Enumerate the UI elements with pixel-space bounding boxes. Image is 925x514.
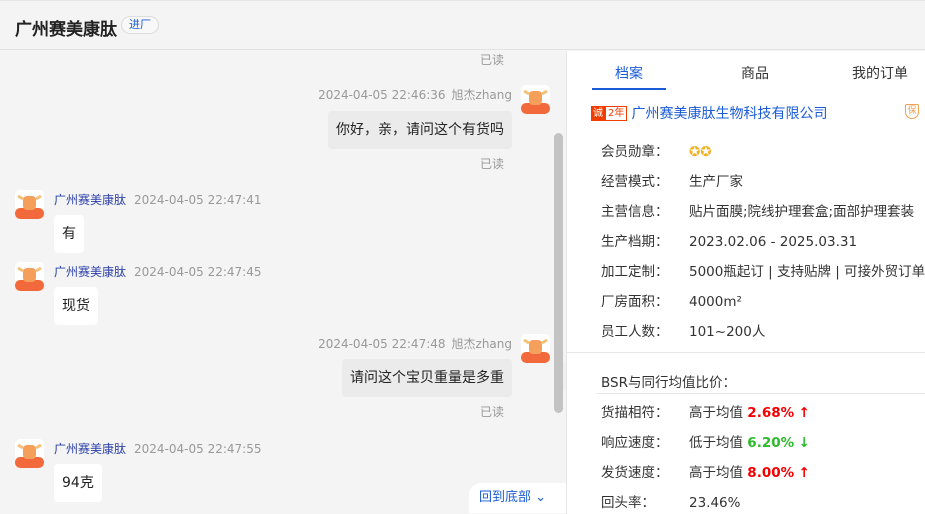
bull-avatar-icon	[15, 266, 44, 291]
row-label: 厂房面积：	[601, 294, 669, 310]
info-row: 员工人数： 101~200人	[601, 320, 765, 340]
row-value: 贴片面膜;院线护理套盒;面部护理套装	[689, 204, 915, 220]
factory-badge[interactable]: 进厂	[121, 16, 159, 34]
avatar[interactable]	[521, 334, 550, 363]
medal-row: 会员勋章： ✪✪	[601, 140, 712, 160]
sender-name: 广州赛美康肽	[54, 265, 127, 279]
divider	[597, 393, 925, 394]
row-value: 101~200人	[689, 324, 766, 340]
repeat-rate-row: 回头率： 23.46%	[601, 491, 740, 511]
message-bubble: 请问这个宝贝重量是多重	[342, 359, 512, 397]
shop-title: 广州赛美康肽	[15, 20, 117, 40]
message-bubble: 94克	[54, 464, 102, 502]
tab-profile[interactable]: 档案	[615, 63, 643, 83]
tab-my-orders[interactable]: 我的订单	[852, 63, 908, 83]
message-meta: 2024-04-05 22:47:48 旭杰zhang	[318, 335, 512, 352]
bull-avatar-icon	[15, 443, 44, 468]
chat-messages[interactable]: 已读 2024-04-05 22:46:36 旭杰zhang 你好，亲，请问这个有…	[0, 51, 566, 514]
row-desc: 高于均值	[689, 465, 743, 481]
arrow-down-icon: ↓	[798, 435, 810, 451]
info-row: 主营信息： 贴片面膜;院线护理套盒;面部护理套装	[601, 200, 914, 220]
row-label: 生产档期：	[601, 234, 669, 250]
years-badge: 2年	[605, 105, 628, 121]
row-label: 发货速度：	[601, 465, 669, 481]
info-row: 生产档期： 2023.02.06 - 2025.03.31	[601, 230, 857, 250]
row-label: 会员勋章：	[601, 144, 669, 160]
company-row: 诚 2年 广州赛美康肽生物科技有限公司	[591, 103, 828, 123]
bsr-title: BSR与同行均值比价：	[601, 375, 736, 391]
row-value: 23.46%	[689, 495, 741, 511]
divider	[567, 352, 925, 353]
message-time: 2024-04-05 22:47:55	[134, 442, 262, 456]
arrow-up-icon: ↑	[798, 405, 810, 421]
message-meta: 广州赛美康肽 2024-04-05 22:47:55	[54, 440, 261, 457]
read-status: 已读	[480, 157, 505, 171]
row-desc: 低于均值	[689, 435, 743, 451]
read-status: 已读	[480, 53, 505, 67]
info-row: 厂房面积： 4000m²	[601, 290, 742, 310]
sender-name: 广州赛美康肽	[54, 193, 127, 207]
company-name-link[interactable]: 广州赛美康肽生物科技有限公司	[632, 106, 828, 122]
sender-name: 广州赛美康肽	[54, 442, 127, 456]
message-time: 2024-04-05 22:46:36	[318, 88, 446, 102]
row-label: 主营信息：	[601, 204, 669, 220]
row-label: 员工人数：	[601, 324, 669, 340]
row-desc: 高于均值	[689, 405, 743, 421]
chat-header: 广州赛美康肽 进厂	[0, 0, 925, 50]
row-percent: 8.00%	[747, 465, 795, 481]
medal-icon: ✪✪	[689, 144, 712, 160]
row-label: 货描相符：	[601, 405, 669, 421]
row-label: 加工定制：	[601, 264, 669, 280]
sender-name: 旭杰zhang	[451, 88, 512, 102]
bull-avatar-icon	[15, 194, 44, 219]
chat-scrollbar[interactable]	[554, 133, 563, 413]
active-tab-indicator	[592, 88, 666, 90]
info-row: 经营模式： 生产厂家	[601, 170, 743, 190]
read-status: 已读	[480, 405, 505, 419]
row-value: 4000m²	[689, 294, 742, 310]
message-bubble: 现货	[54, 287, 98, 325]
message-time: 2024-04-05 22:47:48	[318, 337, 446, 351]
bsr-row: 响应速度： 低于均值 6.20% ↓	[601, 431, 810, 451]
message-meta: 2024-04-05 22:46:36 旭杰zhang	[318, 86, 512, 103]
row-value: 2023.02.06 - 2025.03.31	[689, 234, 858, 250]
message-bubble: 有	[54, 215, 84, 253]
row-label: 响应速度：	[601, 435, 669, 451]
message-meta: 广州赛美康肽 2024-04-05 22:47:41	[54, 191, 261, 208]
arrow-up-icon: ↑	[798, 465, 810, 481]
row-value: 5000瓶起订 | 支持贴牌 | 可接外贸订单	[689, 264, 925, 280]
avatar[interactable]	[15, 190, 44, 219]
avatar[interactable]	[15, 439, 44, 468]
bsr-row: 发货速度： 高于均值 8.00% ↑	[601, 461, 810, 481]
bull-avatar-icon	[521, 89, 550, 114]
message-time: 2024-04-05 22:47:45	[134, 265, 262, 279]
tab-products[interactable]: 商品	[741, 63, 769, 83]
row-label: 回头率：	[601, 495, 655, 511]
message-meta: 广州赛美康肽 2024-04-05 22:47:45	[54, 263, 261, 280]
row-label: 经营模式：	[601, 174, 669, 190]
integrity-icon: 诚	[591, 105, 605, 121]
chevron-down-icon: ⌄	[535, 490, 547, 505]
bull-avatar-icon	[521, 338, 550, 363]
info-row: 加工定制： 5000瓶起订 | 支持贴牌 | 可接外贸订单	[601, 260, 925, 280]
message-time: 2024-04-05 22:47:41	[134, 193, 262, 207]
row-value: 生产厂家	[689, 174, 743, 190]
info-panel: 档案 商品 我的订单 诚 2年 广州赛美康肽生物科技有限公司 保 会员勋章： ✪✪ …	[566, 51, 925, 514]
bsr-row: 货描相符： 高于均值 2.68% ↑	[601, 401, 810, 421]
message-bubble: 你好，亲，请问这个有货吗	[328, 111, 512, 149]
sender-name: 旭杰zhang	[451, 337, 512, 351]
back-to-bottom-label: 回到底部	[479, 490, 532, 505]
row-percent: 2.68%	[747, 405, 795, 421]
guarantee-icon[interactable]: 保	[905, 104, 919, 119]
avatar[interactable]	[521, 85, 550, 114]
back-to-bottom-button[interactable]: 回到底部 ⌄	[469, 483, 566, 513]
avatar[interactable]	[15, 262, 44, 291]
row-percent: 6.20%	[747, 435, 795, 451]
